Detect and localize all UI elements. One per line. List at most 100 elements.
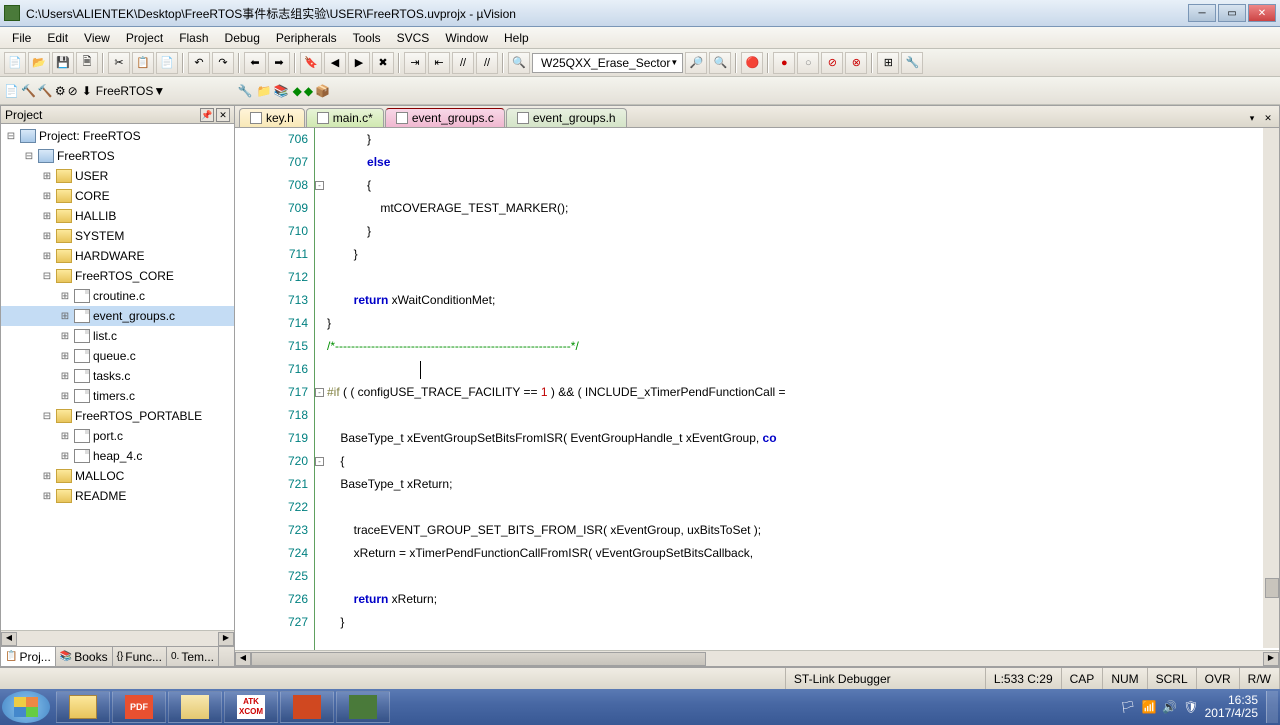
breakpoint-enable-button[interactable]: ○: [797, 52, 819, 74]
tree-node[interactable]: ⊞SYSTEM: [1, 226, 234, 246]
editor-tab[interactable]: event_groups.h: [506, 108, 627, 127]
tree-node[interactable]: ⊞heap_4.c: [1, 446, 234, 466]
tab-books[interactable]: 📚Books: [56, 647, 113, 666]
find-button[interactable]: 🔍: [508, 52, 530, 74]
menu-project[interactable]: Project: [118, 29, 171, 47]
scroll-left-button[interactable]: ◀: [235, 652, 251, 666]
config-button[interactable]: 🔧: [901, 52, 923, 74]
uncomment-button[interactable]: //: [476, 52, 498, 74]
copy-button[interactable]: 📋: [132, 52, 154, 74]
start-button[interactable]: [2, 691, 50, 723]
tree-node[interactable]: ⊞HARDWARE: [1, 246, 234, 266]
breakpoint-disable-button[interactable]: ⊘: [821, 52, 843, 74]
breakpoint-insert-button[interactable]: ●: [773, 52, 795, 74]
breakpoint-kill-button[interactable]: ⊗: [845, 52, 867, 74]
manage-rte-button[interactable]: ◆: [293, 84, 302, 98]
translate-button[interactable]: 📄: [4, 84, 19, 98]
redo-button[interactable]: ↷: [212, 52, 234, 74]
system-tray[interactable]: 🏳 📶 🔊 🛡 16:35 2017/4/25: [1120, 694, 1266, 720]
bookmark-button[interactable]: 🔖: [300, 52, 322, 74]
editor-tab[interactable]: key.h: [239, 108, 305, 127]
find-in-files-button[interactable]: 🔎: [685, 52, 707, 74]
stop-build-button[interactable]: ⊘: [68, 84, 78, 98]
menu-tools[interactable]: Tools: [345, 29, 389, 47]
maximize-button[interactable]: ▭: [1218, 4, 1246, 22]
scroll-right-button[interactable]: ▶: [218, 632, 234, 646]
tab-project[interactable]: 📋Proj...: [1, 647, 56, 666]
open-file-button[interactable]: 📂: [28, 52, 50, 74]
incremental-find-button[interactable]: 🔍: [709, 52, 731, 74]
editor-tab[interactable]: event_groups.c: [385, 108, 505, 127]
tab-functions[interactable]: {}Func...: [113, 647, 167, 666]
code-text[interactable]: } else { mtCOVERAGE_TEST_MARKER(); } } r…: [327, 128, 1279, 650]
build-button[interactable]: 🔨: [21, 84, 36, 98]
nav-forward-button[interactable]: ➡: [268, 52, 290, 74]
tabs-close-button[interactable]: ✕: [1261, 113, 1275, 127]
project-tree[interactable]: ⊟Project: FreeRTOS⊟FreeRTOS⊞USER⊞CORE⊞HA…: [1, 124, 234, 630]
save-all-button[interactable]: 🗎: [76, 52, 98, 74]
tree-node[interactable]: ⊟FreeRTOS_CORE: [1, 266, 234, 286]
clock[interactable]: 16:35 2017/4/25: [1205, 694, 1258, 720]
paste-button[interactable]: 📄: [156, 52, 178, 74]
tray-flag-icon[interactable]: 🏳: [1120, 700, 1135, 714]
outdent-button[interactable]: ⇤: [428, 52, 450, 74]
code-area[interactable]: 7067077087097107117127137147157167177187…: [235, 128, 1279, 650]
new-file-button[interactable]: 📄: [4, 52, 26, 74]
scroll-left-button[interactable]: ◀: [1, 632, 17, 646]
tree-node[interactable]: ⊞MALLOC: [1, 466, 234, 486]
menu-svcs[interactable]: SVCS: [389, 29, 438, 47]
window-layout-button[interactable]: ⊞: [877, 52, 899, 74]
nav-back-button[interactable]: ⬅: [244, 52, 266, 74]
menu-window[interactable]: Window: [437, 29, 496, 47]
tree-node[interactable]: ⊟FreeRTOS_PORTABLE: [1, 406, 234, 426]
panel-close-button[interactable]: ✕: [216, 108, 230, 122]
taskbar-folder[interactable]: [168, 691, 222, 723]
taskbar-atk[interactable]: ATK XCOM: [224, 691, 278, 723]
rebuild-button[interactable]: 🔨: [38, 84, 53, 98]
menu-flash[interactable]: Flash: [171, 29, 216, 47]
comment-button[interactable]: //: [452, 52, 474, 74]
scroll-right-button[interactable]: ▶: [1263, 652, 1279, 666]
tree-node[interactable]: ⊞event_groups.c: [1, 306, 234, 326]
save-button[interactable]: 💾: [52, 52, 74, 74]
tree-node[interactable]: ⊞USER: [1, 166, 234, 186]
minimize-button[interactable]: ─: [1188, 4, 1216, 22]
pack-installer-button[interactable]: 📦: [315, 84, 330, 98]
target-combo[interactable]: FreeRTOS▼: [96, 84, 236, 98]
editor-tab[interactable]: main.c*: [306, 108, 384, 127]
editor-hscroll[interactable]: ◀ ▶: [235, 650, 1279, 666]
panel-pin-button[interactable]: 📌: [200, 108, 214, 122]
tree-node[interactable]: ⊞HALLIB: [1, 206, 234, 226]
batch-build-button[interactable]: ⚙: [55, 84, 66, 98]
taskbar-ppt[interactable]: [280, 691, 334, 723]
bookmark-prev-button[interactable]: ◀: [324, 52, 346, 74]
project-hscroll[interactable]: ◀ ▶: [1, 630, 234, 646]
tray-shield-icon[interactable]: 🛡: [1183, 700, 1198, 714]
indent-button[interactable]: ⇥: [404, 52, 426, 74]
hscroll-thumb[interactable]: [251, 652, 706, 666]
cut-button[interactable]: ✂: [108, 52, 130, 74]
menu-file[interactable]: File: [4, 29, 39, 47]
close-button[interactable]: ✕: [1248, 4, 1276, 22]
tray-network-icon[interactable]: 📶: [1141, 700, 1156, 714]
target-options-button[interactable]: 🔧: [238, 84, 253, 98]
fold-column[interactable]: ---: [315, 128, 327, 650]
tree-node[interactable]: ⊞list.c: [1, 326, 234, 346]
menu-edit[interactable]: Edit: [39, 29, 76, 47]
file-ext-button[interactable]: 📁: [257, 84, 272, 98]
bookmark-clear-button[interactable]: ✖: [372, 52, 394, 74]
show-desktop-button[interactable]: [1266, 691, 1278, 723]
tree-node[interactable]: ⊞port.c: [1, 426, 234, 446]
tree-node[interactable]: ⊞CORE: [1, 186, 234, 206]
debug-start-button[interactable]: 🔴: [741, 52, 763, 74]
tab-templates[interactable]: 0.Tem...: [167, 647, 219, 666]
bookmark-next-button[interactable]: ▶: [348, 52, 370, 74]
tree-node[interactable]: ⊞tasks.c: [1, 366, 234, 386]
tree-node[interactable]: ⊞timers.c: [1, 386, 234, 406]
taskbar-uvision[interactable]: [336, 691, 390, 723]
tabs-menu-button[interactable]: ▾: [1245, 113, 1259, 127]
tray-volume-icon[interactable]: 🔊: [1162, 700, 1177, 714]
download-button[interactable]: ⬇: [82, 84, 92, 98]
find-combo[interactable]: W25QXX_Erase_Sector▼: [532, 53, 683, 73]
menu-peripherals[interactable]: Peripherals: [268, 29, 345, 47]
